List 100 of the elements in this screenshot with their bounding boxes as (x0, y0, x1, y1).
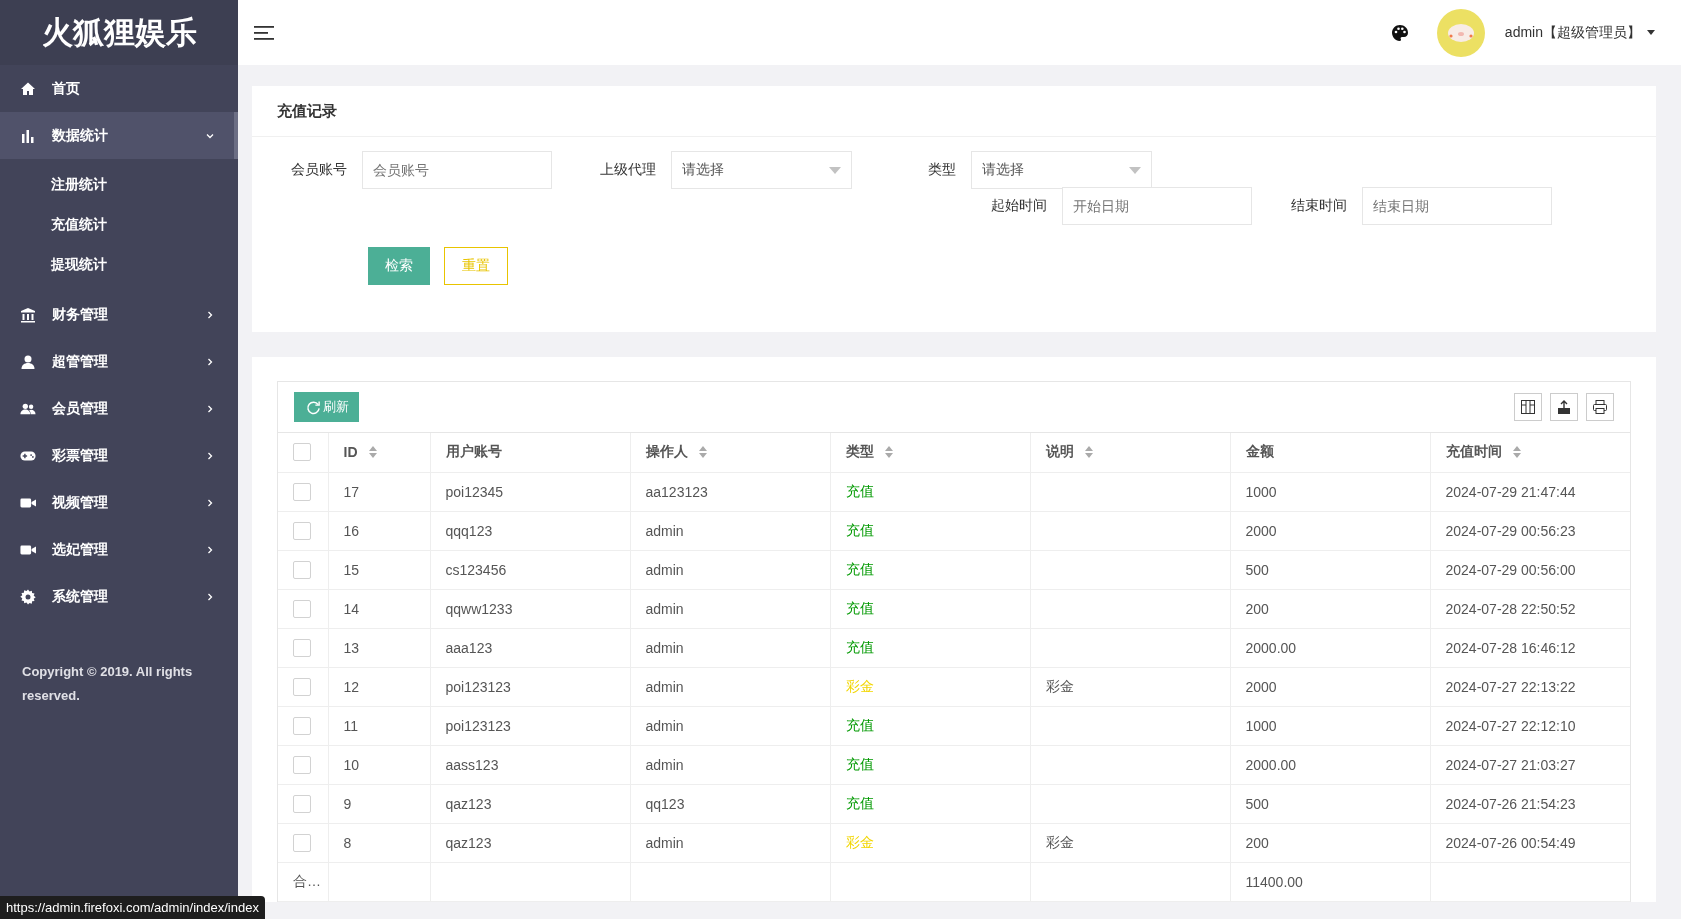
page-title: 充值记录 (277, 101, 337, 121)
table-cell: cs123456 (430, 550, 630, 589)
sort-icon[interactable] (1511, 445, 1522, 460)
type-cell: 充值 (830, 706, 1030, 745)
sort-icon[interactable] (1083, 445, 1094, 460)
sidebar-item[interactable]: 数据统计 (0, 112, 238, 159)
app-logo: 火狐狸娱乐 (41, 13, 197, 52)
caret-icon (1647, 30, 1655, 35)
type-cell: 充值 (830, 472, 1030, 511)
table-cell: 500 (1230, 550, 1430, 589)
table-cell: qq123 (630, 784, 830, 823)
table-cell: 200 (1230, 589, 1430, 628)
column-header[interactable]: 操作人 (630, 433, 830, 472)
column-header[interactable]: ID (328, 433, 430, 472)
input-field[interactable]: 开始日期 (1062, 187, 1252, 225)
table-cell: admin (630, 628, 830, 667)
field-label: 起始时间 (990, 197, 1048, 215)
total-amount: 11400.00 (1230, 862, 1430, 901)
table-cell: 2024-07-29 00:56:00 (1430, 550, 1630, 589)
table-cell: aaa123 (430, 628, 630, 667)
table-cell: 200 (1230, 823, 1430, 862)
table-cell: 1000 (1230, 706, 1430, 745)
select-field[interactable]: 请选择 (671, 151, 852, 189)
table-cell: 2024-07-27 21:03:27 (1430, 745, 1630, 784)
table-cell: 1000 (1230, 472, 1430, 511)
row-checkbox[interactable] (293, 482, 311, 501)
sidebar-item[interactable]: 超管管理 (0, 338, 238, 385)
table-cell: 15 (328, 550, 430, 589)
table-cell: admin (630, 706, 830, 745)
row-checkbox[interactable] (293, 560, 311, 579)
row-checkbox[interactable] (293, 755, 311, 774)
field-label: 会员账号 (290, 161, 348, 179)
sidebar-subitem[interactable]: 注册统计 (0, 165, 238, 205)
sort-icon[interactable] (697, 445, 708, 460)
table-cell: qaz123 (430, 823, 630, 862)
type-cell: 彩金 (830, 823, 1030, 862)
sidebar-item[interactable]: 选妃管理 (0, 526, 238, 573)
type-cell: 彩金 (830, 667, 1030, 706)
columns-button[interactable] (1514, 393, 1542, 421)
row-checkbox[interactable] (293, 677, 311, 696)
row-checkbox[interactable] (293, 716, 311, 735)
field-label: 结束时间 (1290, 197, 1348, 215)
bar-chart-icon (20, 127, 36, 144)
user-menu[interactable]: admin【超级管理员】 (1498, 22, 1661, 43)
row-checkbox[interactable] (293, 599, 311, 618)
sidebar-item[interactable]: 系统管理 (0, 573, 238, 620)
table-cell: 12 (328, 667, 430, 706)
field-label: 类型 (927, 161, 958, 179)
type-cell: 充值 (830, 628, 1030, 667)
input-field[interactable]: 会员账号 (362, 151, 552, 189)
row-checkbox[interactable] (293, 521, 311, 540)
sidebar-subitem[interactable]: 提现统计 (0, 245, 238, 285)
type-cell: 充值 (830, 550, 1030, 589)
table-cell: poi123123 (430, 667, 630, 706)
table-cell: 2024-07-26 00:54:49 (1430, 823, 1630, 862)
select-all-checkbox[interactable] (293, 443, 311, 462)
bank-icon (20, 306, 36, 323)
row-checkbox[interactable] (293, 794, 311, 813)
export-button[interactable] (1550, 393, 1578, 421)
table-cell: 11 (328, 706, 430, 745)
print-button[interactable] (1586, 393, 1614, 421)
column-header[interactable]: 说明 (1030, 433, 1230, 472)
column-header[interactable]: 充值时间 (1430, 433, 1630, 472)
sidebar-item[interactable]: 视频管理 (0, 479, 238, 526)
table-cell: 2024-07-27 22:13:22 (1430, 667, 1630, 706)
table-cell: 17 (328, 472, 430, 511)
table-cell: admin (630, 667, 830, 706)
table-cell: 2024-07-29 21:47:44 (1430, 472, 1630, 511)
column-header[interactable]: 用户账号 (430, 433, 630, 472)
sidebar-item[interactable]: 会员管理 (0, 385, 238, 432)
select-field[interactable]: 请选择 (971, 151, 1152, 189)
menu-icon[interactable] (254, 24, 276, 41)
table-cell: 2024-07-28 22:50:52 (1430, 589, 1630, 628)
row-checkbox[interactable] (293, 638, 311, 657)
type-cell: 充值 (830, 589, 1030, 628)
table-cell: 2024-07-29 00:56:23 (1430, 511, 1630, 550)
export-icon (1556, 399, 1572, 415)
total-label: 合… (278, 862, 328, 901)
sidebar-item[interactable]: 首页 (0, 65, 238, 112)
table-cell: 2024-07-28 16:46:12 (1430, 628, 1630, 667)
table-cell: admin (630, 823, 830, 862)
avatar-icon[interactable] (1436, 8, 1485, 57)
sort-icon[interactable] (367, 445, 378, 460)
sidebar-subitem[interactable]: 充值统计 (0, 205, 238, 245)
sidebar-item[interactable]: 财务管理 (0, 291, 238, 338)
type-cell: 充值 (830, 745, 1030, 784)
row-checkbox[interactable] (293, 833, 311, 852)
sort-icon[interactable] (883, 445, 894, 460)
table-cell: 14 (328, 589, 430, 628)
table-cell: 2000.00 (1230, 628, 1430, 667)
table-cell: 9 (328, 784, 430, 823)
table-cell: 16 (328, 511, 430, 550)
table-cell: 2024-07-27 22:12:10 (1430, 706, 1630, 745)
columns-icon (1520, 399, 1536, 415)
table-cell: admin (630, 589, 830, 628)
input-field[interactable]: 结束日期 (1362, 187, 1552, 225)
palette-icon[interactable] (1390, 23, 1409, 42)
column-header[interactable]: 金额 (1230, 433, 1430, 472)
column-header[interactable]: 类型 (830, 433, 1030, 472)
sidebar-item[interactable]: 彩票管理 (0, 432, 238, 479)
